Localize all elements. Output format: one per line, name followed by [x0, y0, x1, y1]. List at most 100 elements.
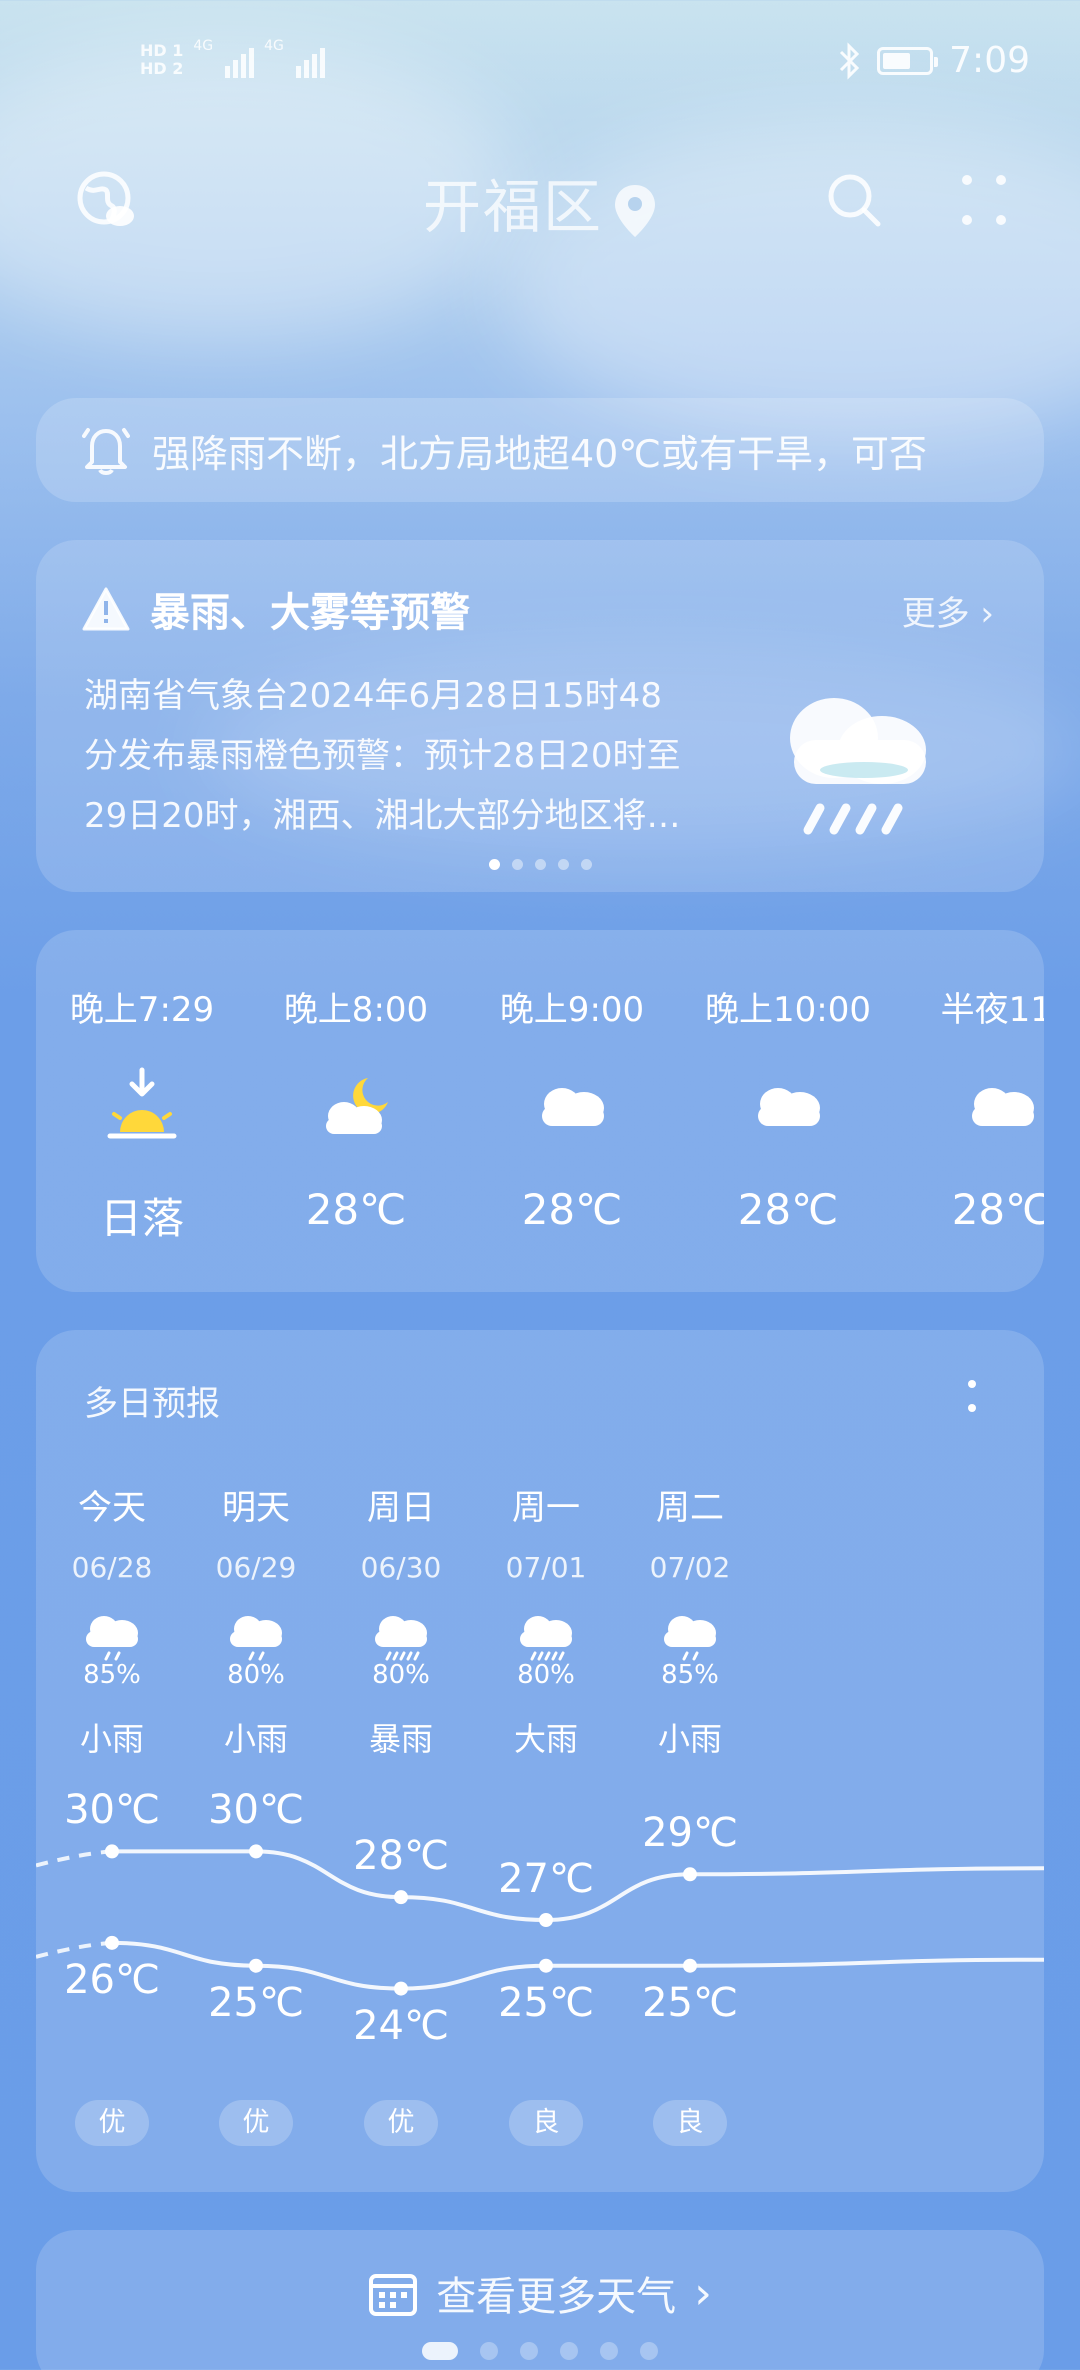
hour-time: 半夜11: [940, 990, 1044, 1030]
hour-item: 晚上7:29 日落 [42, 982, 242, 1246]
temperature-curve-chart [36, 1844, 1044, 1996]
aqi-badge: 良 [509, 2100, 583, 2146]
sunset-icon [107, 1067, 177, 1139]
aqi-badge: 良 [653, 2100, 727, 2146]
day-date: 07/02 [649, 1551, 731, 1584]
bluetooth-icon [840, 41, 860, 80]
network-label-2: 4G [264, 38, 284, 54]
signal-icon [225, 38, 255, 78]
light-rain-icon [86, 1616, 138, 1661]
hour-item: 半夜11: 28℃ [902, 982, 1044, 1234]
calendar-icon [369, 2274, 418, 2316]
high-temperature-label: 27℃ [498, 1856, 594, 1902]
warning-line: 29日20时，湘西、湘北大部分地区将… [84, 796, 681, 836]
low-temperature-point [683, 1958, 697, 1973]
aqi-badge: 优 [364, 2100, 438, 2146]
hour-value: 28℃ [951, 1185, 1044, 1234]
high-temperature-point [539, 1913, 553, 1927]
more-label: 更多 [901, 594, 970, 634]
signal-icon [295, 38, 325, 78]
chevron-right-icon: › [980, 594, 994, 634]
pager-dot [511, 859, 523, 870]
warning-card[interactable]: 暴雨、大雾等预警 更多 › 湖南省气象台2024年6月28日15时48 分发布暴… [36, 540, 1044, 892]
more-weather-label: 查看更多天气 [436, 2274, 677, 2320]
low-temperature-point [105, 1935, 119, 1950]
high-temperature-point [249, 1844, 263, 1859]
daily-forecast-card[interactable]: 多日预报 今天 06/28 85% 小雨优明天 06/29 80% 小雨优周日 06/30 80… [36, 1330, 1044, 2192]
sim1-label: HD 1 [140, 41, 184, 60]
pager-dot [640, 2342, 658, 2360]
hour-value: 28℃ [737, 1185, 839, 1234]
hourly-forecast-card[interactable]: 晚上7:29 日落 晚上8:00 28℃ 晚上9:00 28℃ 晚上10:00 … [36, 930, 1044, 1292]
high-temperature-point [683, 1867, 697, 1882]
search-icon[interactable] [814, 160, 894, 240]
warning-line: 湖南省气象台2024年6月28日15时48 [84, 676, 662, 716]
news-banner[interactable]: 强降雨不断，北方局地超40℃或有干旱，可否 [36, 398, 1044, 502]
city-title[interactable]: 开福区 [0, 160, 1080, 244]
warning-body: 湖南省气象台2024年6月28日15时48 分发布暴雨橙色预警：预计28日20时… [84, 666, 764, 846]
low-curve-lead [36, 1940, 113, 1959]
cloudy-night-icon [326, 1078, 388, 1134]
clock: 7:09 [949, 40, 1030, 81]
warning-more-link[interactable]: 更多 › [902, 586, 994, 635]
day-condition: 小雨 [657, 1720, 722, 1758]
pager-dot [488, 859, 500, 870]
aqi-badge: 优 [75, 2100, 149, 2146]
status-bar: HD 1 HD 2 4G 4G 7:09 [0, 30, 1080, 100]
sim2-label: HD 2 [140, 59, 184, 78]
day-name: 周二 [656, 1488, 724, 1528]
day-column[interactable]: 周二 07/02 85% 小雨 [590, 1480, 790, 1760]
low-temperature-point [249, 1958, 263, 1973]
app-header: 开福区 [0, 150, 1080, 250]
hour-item: 晚上8:00 28℃ [256, 982, 456, 1234]
hour-value: 28℃ [305, 1185, 407, 1234]
hour-item: 晚上10:00 28℃ [688, 982, 888, 1234]
hour-time: 晚上9:00 [499, 990, 645, 1030]
heavy-rain-icon [375, 1616, 427, 1661]
bell-icon [82, 428, 130, 475]
news-text: 强降雨不断，北方局地超40℃或有干旱，可否 [152, 431, 928, 476]
high-temperature-point [105, 1844, 119, 1859]
cloud-icon [972, 1088, 1034, 1126]
pager-dot [520, 2342, 538, 2360]
low-temperature-point [394, 1981, 408, 1996]
hour-item: 晚上9:00 28℃ [472, 982, 672, 1234]
network-label-1: 4G [193, 38, 214, 54]
hour-time: 晚上7:29 [69, 990, 215, 1030]
pager-dot [600, 2342, 618, 2360]
pager-dot [534, 859, 546, 870]
warning-title: 暴雨、大雾等预警 [150, 590, 470, 636]
city-pager [0, 2342, 1080, 2360]
hour-time: 晚上8:00 [283, 990, 429, 1030]
hour-value: 日落 [99, 1194, 184, 1243]
precip-probability: 85% [661, 1660, 719, 1690]
city-name: 开福区 [422, 173, 603, 241]
aqi-badge: 优 [219, 2100, 293, 2146]
pager-dot [422, 2342, 458, 2360]
hour-time: 晚上10:00 [705, 990, 871, 1030]
high-temperature-label: 30℃ [208, 1787, 304, 1834]
pager-dot [580, 859, 592, 870]
warning-triangle-icon [82, 587, 130, 631]
rain-cloud-icon [790, 698, 926, 835]
light-rain-icon [664, 1616, 716, 1661]
high-curve-lead [36, 1849, 113, 1868]
heavy-rain-icon [520, 1616, 572, 1661]
battery-icon [877, 46, 939, 75]
cloud-icon [542, 1088, 604, 1126]
high-temperature-label: 29℃ [642, 1810, 738, 1857]
pager-dot [557, 859, 569, 870]
pager-dot [480, 2342, 498, 2360]
chevron-right-icon: › [694, 2267, 712, 2319]
more-dots-icon[interactable] [944, 160, 1024, 240]
low-temperature-point [539, 1958, 553, 1973]
pager-dot [560, 2342, 578, 2360]
location-pin-icon [615, 184, 655, 237]
warning-pager [36, 859, 1044, 870]
high-temperature-point [394, 1890, 408, 1905]
cloud-icon [758, 1088, 820, 1126]
hour-value: 28℃ [521, 1185, 623, 1234]
warning-line: 分发布暴雨橙色预警：预计28日20时至 [84, 736, 681, 776]
light-rain-icon [230, 1616, 282, 1661]
low-temperature-label: 25℃ [642, 1979, 738, 2026]
